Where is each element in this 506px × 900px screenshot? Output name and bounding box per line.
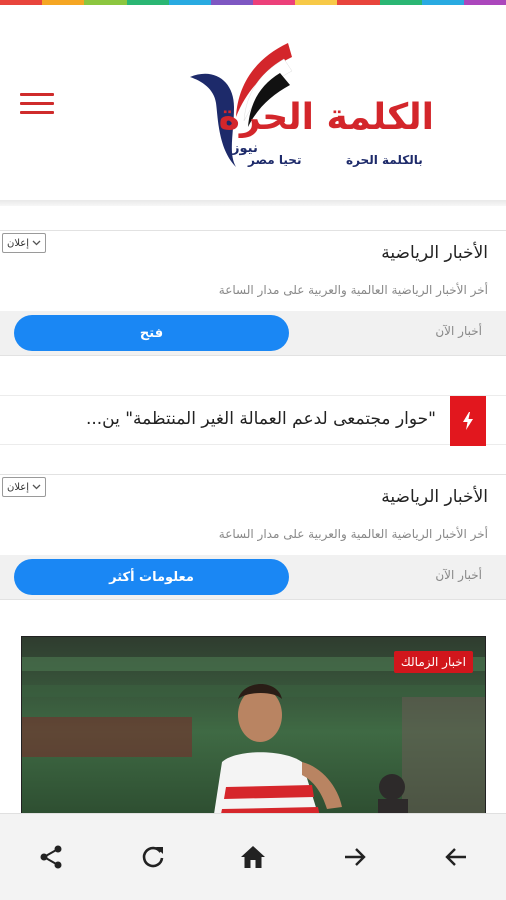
app-header: الكلمة الحرة نيوز بالكلمة الحرة تحيا مصر xyxy=(0,5,506,200)
chevron-down-icon xyxy=(32,240,41,246)
breaking-news-headline[interactable]: "حوار مجتمعى لدعم العمالة الغير المنتظمة… xyxy=(16,409,436,429)
back-arrow-icon[interactable] xyxy=(441,842,471,872)
ad-title: الأخبار الرياضية xyxy=(381,487,488,507)
forward-arrow-icon[interactable] xyxy=(340,842,370,872)
ad-banner[interactable]: إعلان الأخبار الرياضية أخر الأخبار الريا… xyxy=(0,230,506,356)
hamburger-menu-icon[interactable] xyxy=(20,93,54,119)
ad-open-button[interactable]: فتح xyxy=(14,315,289,351)
ad-label[interactable]: إعلان xyxy=(2,233,47,253)
logo-title: الكلمة الحرة xyxy=(218,97,435,138)
site-logo[interactable]: الكلمة الحرة نيوز بالكلمة الحرة تحيا مصر xyxy=(188,37,438,177)
ad-description: أخر الأخبار الرياضية العالمية والعربية ع… xyxy=(218,283,488,297)
home-icon[interactable] xyxy=(238,842,268,872)
lightning-bolt-icon xyxy=(450,396,486,446)
logo-tagline-2: تحيا مصر xyxy=(248,153,302,167)
ad-source: أخبار الآن xyxy=(435,324,482,338)
refresh-icon[interactable] xyxy=(138,842,168,872)
ad-footer: أخبار الآن معلومات أكثر xyxy=(0,555,506,599)
header-divider xyxy=(0,200,506,206)
ad-description: أخر الأخبار الرياضية العالمية والعربية ع… xyxy=(218,527,488,541)
ad-source: أخبار الآن xyxy=(435,568,482,582)
category-badge[interactable]: اخبار الزمالك xyxy=(393,651,473,673)
breaking-news-ticker[interactable]: "حوار مجتمعى لدعم العمالة الغير المنتظمة… xyxy=(0,395,506,446)
bottom-navigation-bar xyxy=(0,813,506,900)
ad-label-text: إعلان xyxy=(7,237,30,249)
ad-banner[interactable]: إعلان الأخبار الرياضية أخر الأخبار الريا… xyxy=(0,474,506,600)
share-icon[interactable] xyxy=(36,842,66,872)
logo-tagline-1: بالكلمة الحرة xyxy=(346,153,423,167)
ad-more-info-button[interactable]: معلومات أكثر xyxy=(14,559,289,595)
article-card[interactable]: اخبار الزمالك xyxy=(21,636,486,826)
chevron-down-icon xyxy=(32,484,41,490)
ad-title: الأخبار الرياضية xyxy=(381,243,488,263)
ad-label[interactable]: إعلان xyxy=(2,477,47,497)
ad-footer: أخبار الآن فتح xyxy=(0,311,506,355)
ad-label-text: إعلان xyxy=(7,481,30,493)
